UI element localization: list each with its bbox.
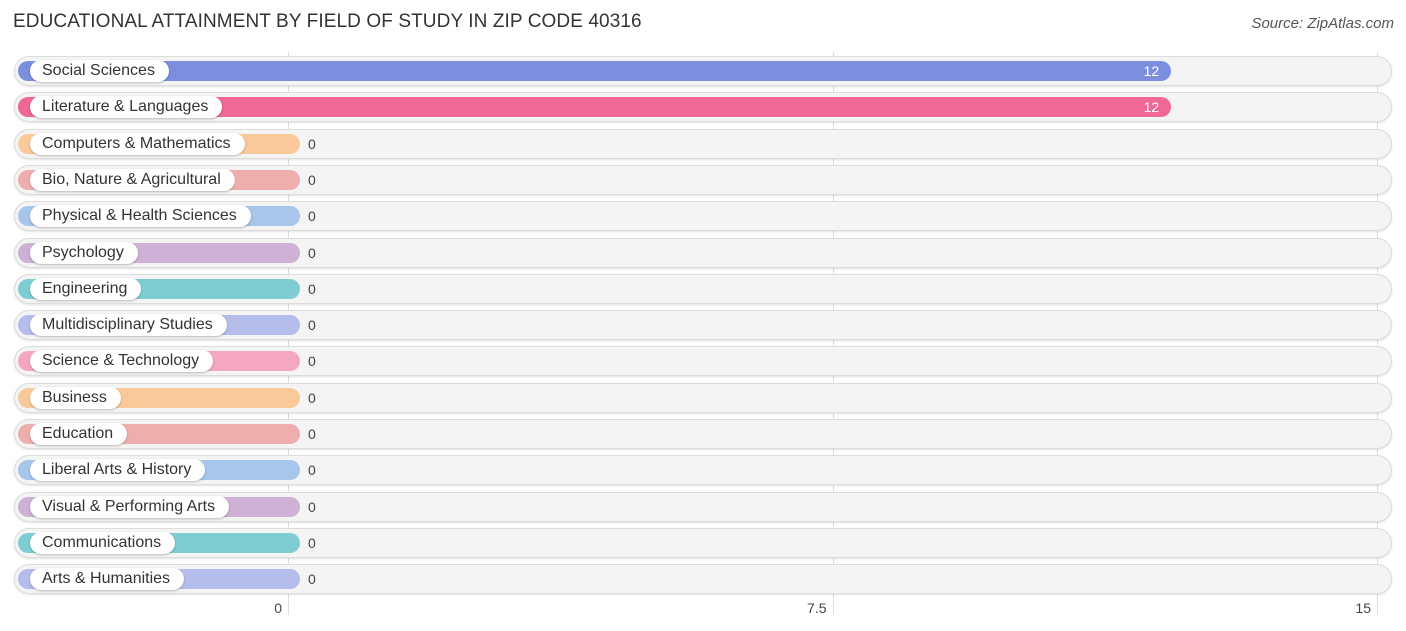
category-label: Computers & Mathematics — [30, 132, 245, 155]
category-label: Liberal Arts & History — [30, 459, 206, 482]
x-tick-label: 7.5 — [807, 600, 827, 616]
value-label: 0 — [308, 389, 316, 406]
category-label: Visual & Performing Arts — [30, 495, 230, 518]
category-label: Education — [30, 423, 128, 445]
value-label: 0 — [308, 208, 316, 225]
value-label: 0 — [308, 353, 316, 370]
value-label: 0 — [308, 571, 316, 588]
bar-chart: 0 7.5 15 Social Sciences 12 Literature & Lang… — [0, 0, 1406, 631]
category-label: Engineering — [30, 277, 142, 300]
category-label: Literature & Languages — [30, 96, 223, 119]
x-tick-label: 0 — [274, 600, 282, 616]
category-label: Science & Technology — [30, 350, 214, 373]
category-label: Psychology — [30, 241, 138, 264]
value-label: 0 — [308, 426, 316, 442]
value-label: 0 — [308, 498, 316, 515]
category-label: Bio, Nature & Agricultural — [30, 168, 235, 191]
value-label: 0 — [308, 171, 316, 188]
value-label: 0 — [308, 462, 316, 479]
value-label: 0 — [308, 280, 316, 297]
x-tick-label: 15 — [1355, 600, 1371, 616]
category-label: Social Sciences — [30, 60, 169, 82]
category-label: Communications — [30, 531, 176, 554]
value-label: 0 — [308, 317, 316, 334]
category-label: Business — [30, 386, 121, 409]
value-label: 0 — [308, 534, 316, 551]
bar — [18, 61, 1172, 81]
value-label: 12 — [1143, 99, 1160, 116]
category-label: Multidisciplinary Studies — [30, 314, 227, 337]
value-label: 0 — [308, 244, 316, 261]
value-label: 12 — [1143, 63, 1160, 79]
category-label: Physical & Health Sciences — [30, 205, 251, 228]
value-label: 0 — [308, 135, 316, 152]
category-label: Arts & Humanities — [30, 568, 185, 591]
